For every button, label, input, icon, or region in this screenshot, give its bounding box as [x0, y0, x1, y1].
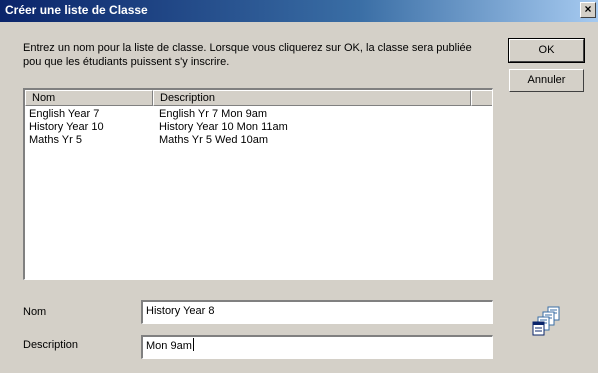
instructions-text: Entrez un nom pour la liste de classe. L…	[23, 42, 472, 68]
text-caret	[192, 338, 194, 351]
close-button[interactable]: ×	[580, 2, 596, 18]
name-field[interactable]: History Year 8	[141, 300, 493, 324]
list-rows: English Year 7 English Yr 7 Mon 9am Hist…	[25, 108, 492, 147]
list-item-description: History Year 10 Mon 11am	[159, 121, 288, 133]
list-item-description: English Yr 7 Mon 9am	[159, 108, 268, 120]
close-icon: ×	[584, 2, 592, 16]
list-item-name: Maths Yr 5	[29, 134, 82, 146]
name-field-value: History Year 8	[146, 305, 215, 317]
description-field-value: Mon 9am	[146, 340, 192, 352]
list-item-name: History Year 10	[29, 121, 104, 133]
create-class-list-dialog: Créer une liste de Classe × Entrez un no…	[0, 0, 598, 373]
ok-button[interactable]: OK	[508, 38, 585, 63]
list-header: Nom Description	[25, 90, 492, 106]
name-label: Nom	[23, 306, 47, 318]
column-header-description[interactable]: Description	[153, 90, 471, 106]
description-label: Description	[23, 339, 79, 351]
list-item[interactable]: Maths Yr 5 Maths Yr 5 Wed 10am	[25, 134, 492, 147]
list-item-name: English Year 7	[29, 108, 100, 120]
list-item[interactable]: History Year 10 History Year 10 Mon 11am	[25, 121, 492, 134]
column-header-name[interactable]: Nom	[25, 90, 153, 106]
title-bar[interactable]: Créer une liste de Classe ×	[0, 0, 598, 22]
cancel-button[interactable]: Annuler	[509, 69, 584, 92]
list-item-description: Maths Yr 5 Wed 10am	[159, 134, 269, 146]
column-header-filler	[471, 90, 492, 106]
class-list-icon	[531, 305, 567, 337]
dialog-title: Créer une liste de Classe	[5, 3, 148, 17]
class-list-view[interactable]: Nom Description English Year 7 English Y…	[23, 88, 493, 280]
list-item[interactable]: English Year 7 English Yr 7 Mon 9am	[25, 108, 492, 121]
description-field[interactable]: Mon 9am	[141, 335, 493, 359]
